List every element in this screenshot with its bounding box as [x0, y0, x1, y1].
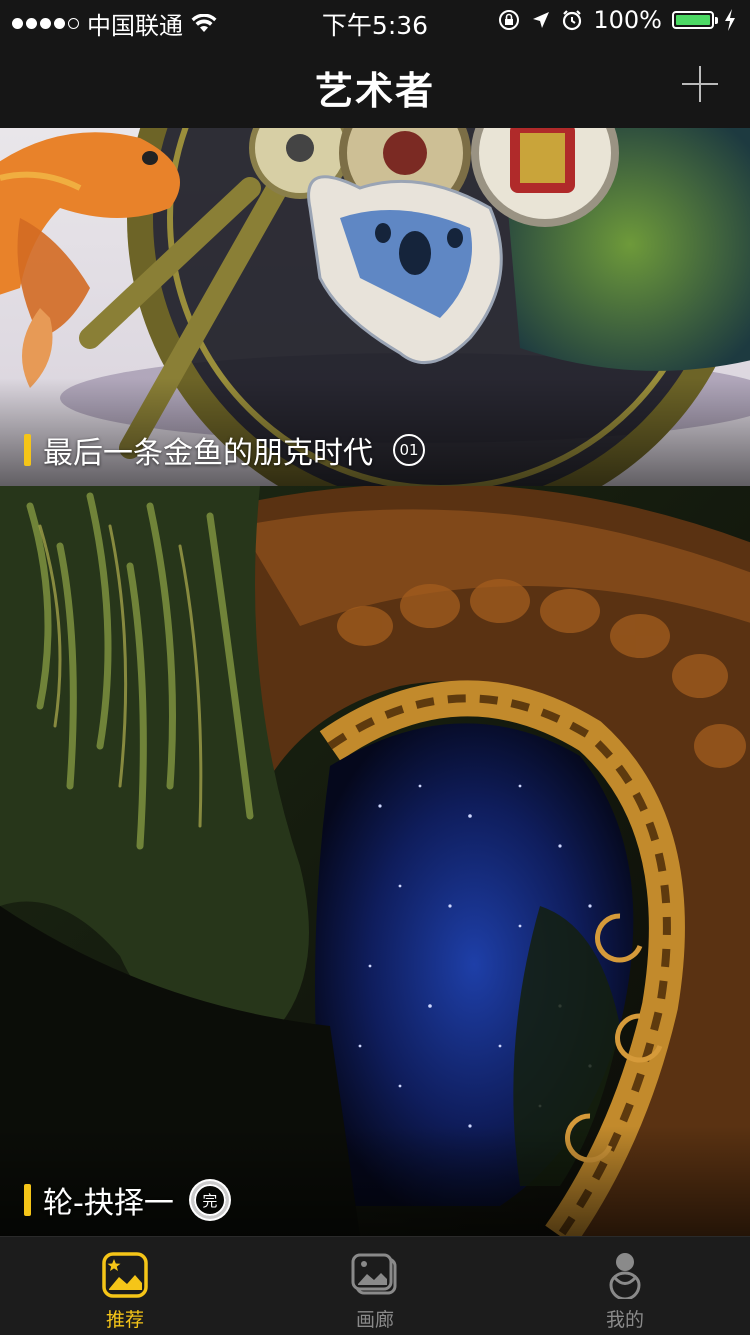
battery-percent: 100% — [593, 6, 662, 34]
tab-label: 推荐 — [105, 1309, 144, 1331]
artwork-card[interactable]: 最后一条金鱼的朋克时代 01 — [0, 128, 750, 486]
profile-icon — [609, 1253, 641, 1299]
plus-icon[interactable] — [680, 64, 720, 104]
tab-label: 画廊 — [355, 1309, 394, 1331]
location-icon — [533, 12, 550, 28]
artwork-card[interactable]: 轮-抉择一 完 — [0, 486, 750, 1236]
tab-bar: 推荐 画廊 我的 — [0, 1236, 750, 1335]
nav-bar: 艺术者 — [0, 40, 750, 128]
status-bar: 中国联通 下午5:36 100% — [0, 0, 750, 40]
gallery-icon — [351, 1253, 397, 1295]
recommend-icon — [102, 1252, 148, 1298]
tab-profile[interactable]: 我的 — [500, 1237, 750, 1335]
artwork-feed: 最后一条金鱼的朋克时代 01 轮-抉择一 完 — [0, 128, 750, 1236]
alarm-icon — [563, 10, 582, 31]
page-title: 艺术者 — [314, 69, 435, 113]
artwork-title: 轮-抉择一 — [43, 1186, 174, 1221]
charging-icon — [725, 9, 735, 31]
tab-gallery[interactable]: 画廊 — [250, 1237, 500, 1335]
completed-badge: 完 — [193, 1184, 226, 1216]
rotation-lock-icon — [499, 10, 520, 30]
artwork-title: 最后一条金鱼的朋克时代 — [43, 436, 373, 471]
tab-label: 我的 — [605, 1309, 644, 1331]
artwork-caption: 轮-抉择一 完 — [24, 1178, 226, 1222]
artwork-caption: 最后一条金鱼的朋克时代 01 — [24, 428, 425, 472]
artwork-image — [0, 486, 750, 1236]
caption-accent-bar — [24, 1184, 31, 1216]
tab-recommend[interactable]: 推荐 — [0, 1237, 250, 1335]
status-right: 100% — [497, 6, 736, 34]
episode-badge: 01 — [393, 434, 425, 466]
caption-accent-bar — [24, 434, 31, 466]
battery-icon — [672, 11, 718, 29]
